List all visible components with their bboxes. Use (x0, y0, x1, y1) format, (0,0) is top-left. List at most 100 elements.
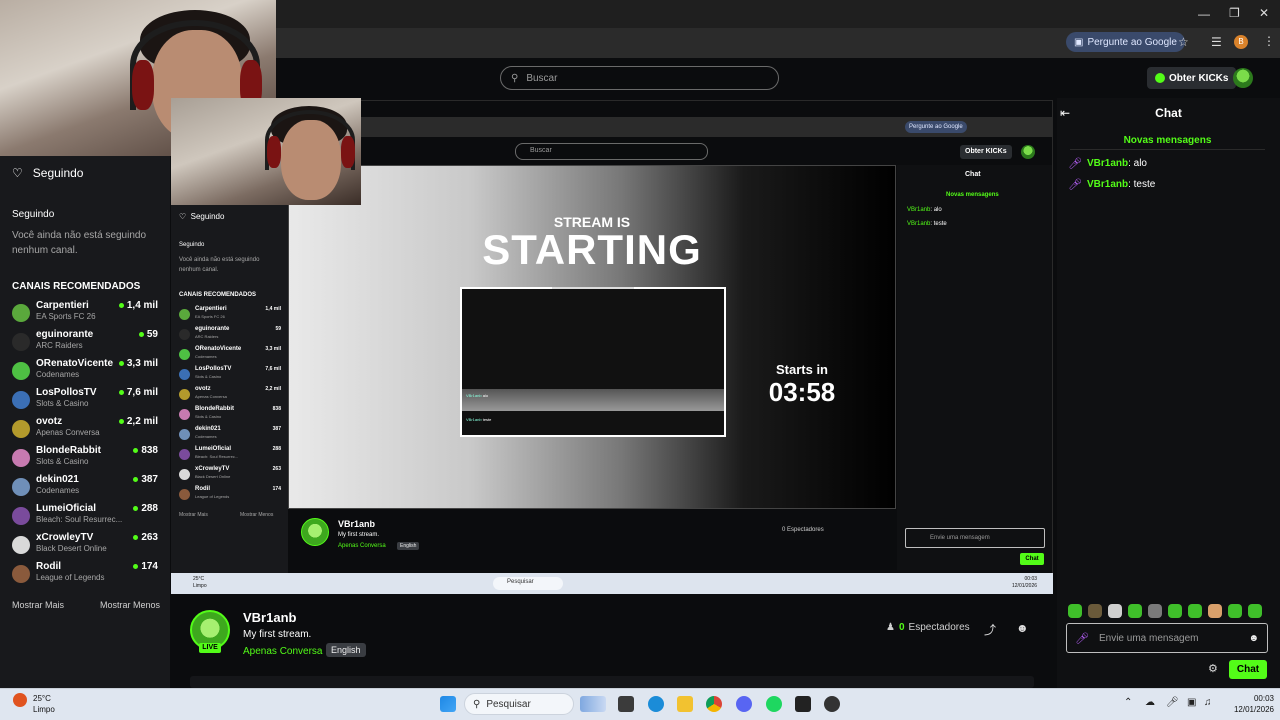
emote-icon[interactable] (1148, 604, 1162, 618)
channel-category: League of Legends (36, 573, 105, 582)
chat-message: 🎤︎ VBr1anb: alo (1068, 157, 1147, 170)
nested-user-avatar (1021, 145, 1035, 159)
ask-google-button[interactable]: ▣ Pergunte ao Google (1066, 32, 1185, 52)
preview-chat-user: VBr1anb (466, 417, 482, 422)
nested-channel-viewers: 174 (272, 486, 281, 492)
system-clock[interactable]: 00:03 12/01/2026 (1222, 693, 1274, 715)
emote-icon[interactable] (1108, 604, 1122, 618)
chrome-icon[interactable] (706, 696, 722, 712)
nested-channel-avatar (179, 309, 190, 320)
live-dot-icon (133, 535, 139, 540)
taskbar-search-label: Pesquisar (486, 698, 531, 710)
nested-chat-message-2: VBr1anb: teste (907, 221, 947, 227)
emote-icon[interactable] (1128, 604, 1142, 618)
network-icon[interactable]: ☁ (1145, 697, 1155, 708)
nested-channel-item: xCrowleyTV Black Desert Online 263 (179, 466, 281, 484)
obs-icon[interactable] (824, 696, 840, 712)
windows-start-icon[interactable] (440, 696, 456, 712)
show-less-link[interactable]: Mostrar Menos (100, 600, 160, 610)
taskbar-search[interactable]: ⚲ Pesquisar (464, 693, 574, 715)
stream-category-link[interactable]: Apenas Conversa (243, 646, 323, 657)
nested-channel-name: LumeiOficial (195, 446, 232, 452)
nested-weather-desc: Limpo (193, 583, 207, 589)
recommended-channel-item[interactable]: Carpentieri EA Sports FC 26 1,4 mil (12, 300, 162, 328)
system-tray-chevron-icon[interactable]: ⌃ (1124, 697, 1132, 708)
nested-chat-user: VBr1anb (907, 221, 931, 227)
maximize-icon[interactable]: ❐ (1229, 6, 1240, 20)
headset-cup-left (267, 136, 281, 168)
overlay-preview-frame: VBr1anb alo VBr1anb teste (460, 287, 726, 437)
share-icon[interactable]: ⤴ (984, 621, 996, 638)
nested-channel-category: ARC Raiders (195, 334, 219, 339)
follow-user-icon[interactable]: ☻ (1016, 621, 1029, 635)
display-icon[interactable]: ▣ (1187, 697, 1196, 708)
get-kicks-button[interactable]: Obter KICKs (1147, 67, 1237, 89)
recommended-channel-item[interactable]: BlondeRabbit Slots & Casino 838 (12, 445, 162, 473)
task-view-icon[interactable] (618, 696, 634, 712)
spotify-icon[interactable] (766, 696, 782, 712)
microphone-icon[interactable]: 🎤︎ (1166, 697, 1179, 708)
recommended-channel-item[interactable]: LosPollosTV Slots & Casino 7,6 mil (12, 387, 162, 415)
close-icon[interactable]: ✕ (1259, 6, 1269, 20)
kick-coin-icon (1155, 73, 1165, 83)
chat-username[interactable]: VBr1anb (1087, 158, 1128, 169)
channel-name: Carpentieri (36, 300, 89, 311)
emoji-icon[interactable]: ☻ (1248, 633, 1259, 644)
edge-icon[interactable] (648, 696, 664, 712)
preview-band (462, 389, 724, 411)
chat-username[interactable]: VBr1anb (1087, 179, 1128, 190)
microphone-badge-icon: 🎤︎ (1068, 179, 1082, 191)
profile-avatar[interactable]: B (1234, 35, 1248, 49)
chat-message-input[interactable]: 🎤︎ Envie uma mensagem ☻ (1066, 623, 1268, 653)
file-explorer-icon[interactable] (677, 696, 693, 712)
following-header[interactable]: ♡ Seguindo (12, 166, 83, 180)
channel-name: LosPollosTV (36, 387, 97, 398)
reading-list-icon[interactable]: ☰ (1211, 35, 1222, 49)
discord-icon[interactable] (736, 696, 752, 712)
search-input[interactable]: ⚲ Buscar (500, 66, 779, 90)
recommended-channel-item[interactable]: Rodil League of Legends 174 (12, 561, 162, 589)
nested-taskbar-search: Pesquisar (493, 577, 563, 590)
weather-widget[interactable]: 25°C Limpo (33, 693, 55, 715)
nested-channel-category: Black Desert Online (195, 474, 231, 479)
capcut-icon[interactable] (795, 696, 811, 712)
emote-icon[interactable] (1248, 604, 1262, 618)
new-messages-divider[interactable]: Novas mensagens (1070, 135, 1265, 150)
emote-icon[interactable] (1068, 604, 1082, 618)
recommended-channel-item[interactable]: dekin021 Codenames 387 (12, 474, 162, 502)
widgets-icon[interactable] (580, 696, 606, 712)
recommended-channel-item[interactable]: ORenatoVicente Codenames 3,3 mil (12, 358, 162, 386)
emote-icon[interactable] (1088, 604, 1102, 618)
starts-in-label: Starts in (775, 362, 828, 377)
google-lens-icon: ▣ (1074, 36, 1084, 48)
preview-chat-user: VBr1anb (466, 393, 482, 398)
weather-icon[interactable] (13, 693, 27, 707)
nested-chat-message-1: VBr1anb: alo (907, 207, 942, 213)
emote-icon[interactable] (1228, 604, 1242, 618)
show-more-link[interactable]: Mostrar Mais (12, 600, 64, 610)
recommended-channel-item[interactable]: ovotz Apenas Conversa 2,2 mil (12, 416, 162, 444)
nested-channel-avatar (179, 469, 190, 480)
browser-menu-icon[interactable]: ⋮ (1263, 34, 1275, 48)
language-badge[interactable]: English (326, 643, 366, 657)
chat-settings-gear-icon[interactable]: ⚙ (1208, 662, 1218, 675)
live-dot-icon (138, 332, 144, 337)
nested-channel-name: Carpentieri (195, 306, 227, 312)
emote-icon[interactable] (1168, 604, 1182, 618)
stream-title: My first stream. (243, 629, 312, 640)
nested-following-header: ♡ Seguindo (179, 212, 225, 221)
emote-icon[interactable] (1188, 604, 1202, 618)
bookmark-star-icon[interactable]: ☆ (1178, 35, 1189, 49)
user-avatar[interactable] (1233, 68, 1253, 88)
send-chat-button[interactable]: Chat (1229, 660, 1267, 679)
volume-icon[interactable]: ♫ (1204, 697, 1212, 708)
emote-icon[interactable] (1208, 604, 1222, 618)
nested-channel-item: dekin021 Codenames 387 (179, 426, 281, 444)
nested-channel-viewers: 387 (272, 426, 281, 432)
streamer-name[interactable]: VBr1anb (243, 610, 296, 625)
recommended-channel-item[interactable]: xCrowleyTV Black Desert Online 263 (12, 532, 162, 560)
minimize-icon[interactable]: — (1198, 7, 1210, 21)
chat-title: Chat (1155, 106, 1182, 120)
recommended-channel-item[interactable]: eguinorante ARC Raiders 59 (12, 329, 162, 357)
recommended-channel-item[interactable]: LumeiOficial Bleach: Soul Resurrec... 288 (12, 503, 162, 531)
